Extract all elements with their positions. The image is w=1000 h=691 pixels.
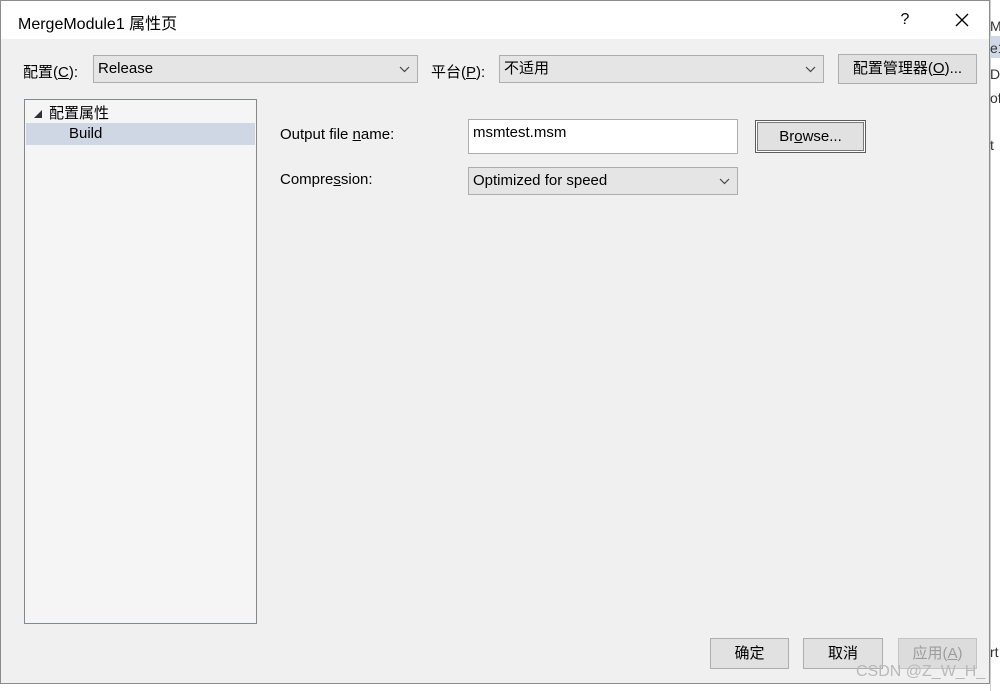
output-file-label: Output file name: — [280, 126, 395, 143]
platform-dropdown[interactable]: 不适用 — [499, 55, 824, 83]
tree-root-node[interactable]: 配置属性 — [33, 104, 109, 124]
output-file-input[interactable]: msmtest.msm — [468, 119, 738, 154]
compression-label: Compression: — [280, 171, 373, 188]
help-button[interactable]: ? — [891, 7, 919, 33]
watermark: CSDN @Z_W_H_ — [856, 663, 986, 680]
title-bar: MergeModule1 属性页 ? — [1, 1, 989, 39]
compression-dropdown[interactable]: Optimized for speed — [468, 167, 738, 195]
config-dropdown[interactable]: Release — [93, 55, 418, 83]
browse-button[interactable]: Browse... — [755, 120, 866, 153]
window-title: MergeModule1 属性页 — [18, 16, 178, 33]
chevron-down-icon — [719, 178, 730, 185]
config-label: 配置(C): — [23, 64, 79, 81]
config-value: Release — [98, 60, 154, 77]
tree-root-label: 配置属性 — [49, 105, 110, 122]
close-icon — [955, 13, 969, 27]
background-window: M e1 De of t rt — [990, 0, 1000, 691]
config-manager-button[interactable]: 配置管理器(O)... — [838, 54, 977, 84]
property-pages-dialog: MergeModule1 属性页 ? 配置(C): Release 平台(P):… — [0, 0, 990, 684]
background-text: M — [990, 18, 1000, 34]
compression-value: Optimized for speed — [473, 172, 608, 189]
chevron-down-icon — [399, 66, 410, 73]
collapse-triangle-icon[interactable] — [33, 109, 43, 119]
platform-value: 不适用 — [504, 60, 550, 77]
tree-item-build[interactable]: Build — [26, 123, 255, 145]
background-text: t — [990, 137, 994, 153]
tree-item-label: Build — [69, 125, 103, 142]
close-button[interactable] — [946, 7, 978, 33]
chevron-down-icon — [805, 66, 816, 73]
background-text: rt — [990, 644, 999, 660]
background-text: e1 — [990, 40, 1000, 56]
background-text: De — [990, 66, 1000, 82]
background-text: of — [990, 90, 1000, 106]
ok-button[interactable]: 确定 — [710, 638, 789, 669]
property-tree: 配置属性 Build — [24, 99, 257, 624]
platform-label: 平台(P): — [431, 64, 486, 81]
